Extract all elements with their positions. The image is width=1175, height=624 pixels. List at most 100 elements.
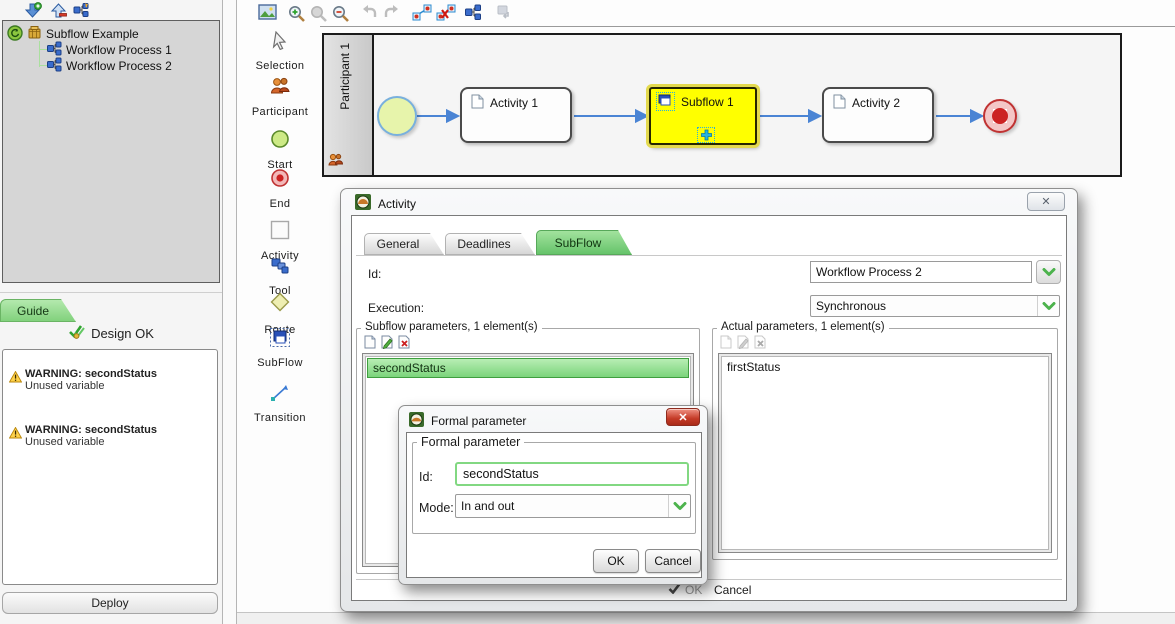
design-ok-check-icon (68, 324, 86, 342)
subflow-id-value: Workflow Process 2 (816, 265, 922, 279)
palette-participant[interactable]: Participant (237, 77, 323, 118)
new-process-icon[interactable] (73, 2, 90, 19)
chevron-down-icon[interactable] (668, 495, 690, 517)
design-status: Design OK (0, 324, 222, 342)
tree-root-row[interactable]: Subflow Example (7, 26, 139, 42)
return-to-package-icon[interactable] (7, 25, 23, 44)
dialog-title-text: Formal parameter (431, 414, 526, 428)
activity-ok-button[interactable]: OK (668, 583, 702, 597)
execution-combo[interactable]: Synchronous (810, 295, 1060, 317)
guide-tab[interactable]: Guide (0, 299, 76, 322)
graph-toolbar (237, 0, 1175, 27)
activity-2-node[interactable]: Activity 2 (822, 87, 934, 143)
subflow-id-dropdown-button[interactable] (1036, 260, 1061, 284)
edit-parameter-icon[interactable] (380, 335, 394, 349)
check-icon (668, 583, 681, 597)
param-row-firstStatus[interactable]: firstStatus (722, 357, 1048, 377)
warning-icon (9, 370, 22, 388)
package-tree-panel: Subflow Example Workflow Process 1 Workf… (0, 0, 222, 624)
workflow-tree: Subflow Example Workflow Process 1 Workf… (2, 20, 220, 283)
new-parameter-icon (719, 335, 733, 349)
tab-general[interactable]: General (364, 233, 444, 255)
warning-detail: Unused variable (25, 380, 209, 392)
node-label: Activity 1 (490, 96, 538, 110)
end-node-icon (270, 168, 290, 193)
close-glyph: ✕ (678, 411, 687, 424)
validation-warnings-list: WARNING: secondStatus Unused variable WA… (2, 349, 218, 585)
tree-item-process-1[interactable]: Workflow Process 1 (47, 42, 172, 58)
palette-selection[interactable]: Selection (237, 31, 323, 72)
palette-end[interactable]: End (237, 168, 323, 210)
process-icon (47, 57, 62, 75)
formal-id-input[interactable] (455, 462, 689, 486)
id-label: Id: (368, 267, 381, 281)
edit-parameter-icon (736, 335, 750, 349)
delete-parameter-icon[interactable] (397, 335, 411, 349)
participant-icon (269, 77, 291, 101)
open-subprocess-icon[interactable] (697, 127, 715, 143)
group-title: Subflow parameters, 1 element(s) (361, 321, 542, 333)
activity-cancel-button[interactable]: Cancel (714, 583, 751, 597)
close-icon[interactable]: ✕ (666, 408, 700, 426)
node-label: Activity 2 (852, 96, 900, 110)
param-row-secondStatus[interactable]: secondStatus (367, 358, 689, 378)
subflow-params-toolbar (363, 335, 411, 349)
zoom-in-icon[interactable] (287, 4, 306, 23)
participant-lane-header[interactable]: Participant 1 (324, 35, 374, 175)
process-graph-icon[interactable] (465, 4, 484, 23)
panel-divider[interactable] (222, 0, 237, 624)
close-glyph: ✕ (1041, 195, 1050, 208)
end-node[interactable] (983, 99, 1017, 133)
end-node-dot (992, 108, 1008, 124)
guide-tab-label: Guide (17, 304, 49, 318)
zoom-out-icon[interactable] (331, 4, 350, 23)
formal-dialog-titlebar[interactable]: Formal parameter (409, 412, 526, 430)
new-parameter-icon[interactable] (363, 335, 377, 349)
actual-params-list: firstStatus (718, 353, 1052, 553)
formal-ok-button[interactable]: OK (593, 549, 639, 573)
tree-item-label: Workflow Process 1 (66, 43, 172, 57)
undo-icon[interactable] (360, 4, 379, 23)
ok-label: OK (685, 583, 702, 597)
import-package-icon[interactable] (25, 2, 42, 19)
subflow-1-node[interactable]: Subflow 1 (649, 87, 757, 145)
show-transitions-icon[interactable] (412, 4, 431, 23)
warning-item[interactable]: WARNING: secondStatus Unused variable (9, 424, 209, 448)
redo-icon[interactable] (382, 4, 401, 23)
tree-item-process-2[interactable]: Workflow Process 2 (47, 58, 172, 74)
activity-dialog-titlebar[interactable]: Activity (355, 194, 416, 213)
package-icon (27, 25, 42, 43)
execution-label: Execution: (368, 301, 424, 315)
warning-item[interactable]: WARNING: secondStatus Unused variable (9, 368, 209, 392)
chevron-down-icon (1042, 268, 1056, 277)
palette-subflow[interactable]: SubFlow (237, 328, 323, 369)
deploy-button[interactable]: Deploy (2, 592, 218, 614)
activity-1-node[interactable]: Activity 1 (460, 87, 572, 143)
group-title: Formal parameter (417, 435, 524, 449)
graph-overview-icon[interactable] (258, 4, 277, 23)
remove-transitions-icon[interactable] (436, 4, 455, 23)
palette-item-label: Participant (252, 106, 308, 118)
actual-params-toolbar (719, 335, 767, 349)
palette-activity[interactable]: Activity (237, 220, 323, 262)
workflow-editor-app: Subflow Example Workflow Process 1 Workf… (0, 0, 1175, 624)
export-icon[interactable] (496, 4, 515, 23)
close-icon[interactable]: ✕ (1027, 192, 1065, 211)
delete-parameter-icon (753, 335, 767, 349)
chevron-down-icon[interactable] (1037, 296, 1059, 316)
activity-node-icon (270, 220, 290, 245)
palette-start[interactable]: Start (237, 129, 323, 171)
tab-subflow[interactable]: SubFlow (536, 230, 632, 255)
subflow-id-field[interactable]: Workflow Process 2 (810, 261, 1032, 283)
tab-deadlines[interactable]: Deadlines (445, 233, 535, 255)
route-node-icon (268, 290, 292, 319)
formal-cancel-button[interactable]: Cancel (645, 549, 701, 573)
start-node[interactable] (377, 96, 417, 136)
cancel-label: Cancel (654, 554, 691, 568)
mode-combo[interactable]: In and out (455, 494, 691, 518)
palette-transition[interactable]: Transition (237, 384, 323, 424)
remove-package-icon[interactable] (50, 2, 67, 19)
zoom-actual-icon[interactable] (309, 4, 328, 23)
warning-icon (9, 426, 22, 444)
tree-root-label: Subflow Example (46, 27, 139, 41)
